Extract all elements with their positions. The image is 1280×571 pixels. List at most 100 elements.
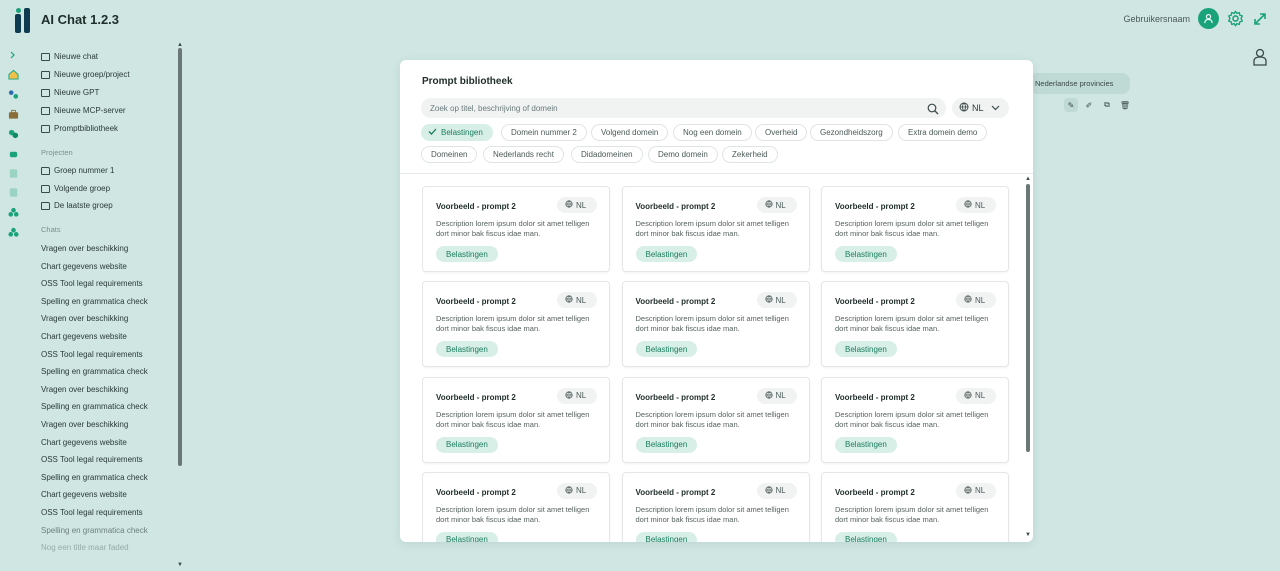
prompt-card[interactable]: Voorbeeld - prompt 2 NL Description lorem … — [821, 186, 1009, 272]
domain-chip[interactable]: Domeinen — [421, 146, 478, 163]
chat-item[interactable]: Vragen over beschikking — [41, 314, 128, 323]
expand-icon[interactable] — [1249, 8, 1270, 29]
scroll-down-icon[interactable]: ▼ — [1025, 532, 1031, 538]
prompt-card[interactable]: Voorbeeld - prompt 2 NL Description lorem … — [422, 471, 610, 542]
globe-icon — [764, 486, 773, 496]
project-item[interactable]: De laatste groep — [41, 201, 113, 210]
edit-icon[interactable]: ✐ — [1082, 98, 1096, 112]
prompt-card[interactable]: Voorbeeld - prompt 2 NL Description lorem … — [821, 471, 1009, 542]
chat-item[interactable]: OSS Tool legal requirements — [41, 350, 143, 359]
domain-chip[interactable]: Belastingen — [421, 124, 493, 141]
prompt-card-tag[interactable]: Belastingen — [635, 531, 698, 542]
project-item[interactable]: Volgende groep — [41, 184, 110, 193]
domain-chip[interactable]: Gezondheidszorg — [810, 124, 893, 141]
prompt-card[interactable]: Voorbeeld - prompt 2 NL Description lorem … — [422, 186, 610, 272]
new-group-button[interactable]: Nieuwe groep/project — [41, 70, 130, 79]
domain-chip[interactable]: Zekerheid — [722, 146, 778, 163]
prompt-card[interactable]: Voorbeeld - prompt 2 NL Description lorem … — [621, 376, 810, 463]
magic-wand-icon[interactable]: ✎ — [1064, 98, 1078, 112]
agent-icon[interactable] — [1252, 48, 1268, 71]
prompt-card-tag[interactable]: Belastingen — [436, 246, 498, 262]
chat-bubbles-icon[interactable] — [8, 126, 19, 139]
doc-icon[interactable] — [8, 185, 19, 197]
briefcase-icon[interactable] — [8, 107, 19, 119]
domain-chip-label: Overheid — [765, 128, 798, 137]
sidebar-scrollbar[interactable] — [178, 48, 182, 466]
chat-item[interactable]: OSS Tool legal requirements — [41, 455, 143, 464]
chat-item[interactable]: OSS Tool legal requirements — [41, 279, 143, 288]
new-chat-button[interactable]: Nieuwe chat — [41, 52, 98, 61]
bot-icon[interactable] — [8, 147, 19, 158]
prompt-card-language-value: NL — [576, 295, 587, 305]
cluster-icon[interactable] — [8, 225, 19, 237]
chat-item[interactable]: Chart gegevens website — [41, 262, 127, 271]
prompt-card-tag[interactable]: Belastingen — [436, 436, 498, 453]
chat-item[interactable]: Vragen over beschikking — [41, 385, 128, 394]
prompt-card[interactable]: Voorbeeld - prompt 2 NL Description lorem … — [422, 281, 610, 368]
prompt-card-language: NL — [756, 197, 797, 213]
prompt-card[interactable]: Voorbeeld - prompt 2 NL Description lorem … — [821, 281, 1009, 368]
new-mcp-server-label: Nieuwe MCP-server — [54, 106, 126, 115]
prompt-card-title: Voorbeeld - prompt 2 — [635, 202, 716, 211]
prompt-card[interactable]: Voorbeeld - prompt 2 NL Description lorem … — [621, 471, 810, 542]
prompt-card-tag[interactable]: Belastingen — [835, 246, 897, 262]
user-avatar-icon[interactable] — [1198, 8, 1219, 29]
modal-scrollbar[interactable] — [1026, 184, 1030, 452]
prompt-card-tag[interactable]: Belastingen — [436, 341, 498, 358]
prompt-card-tag[interactable]: Belastingen — [835, 341, 897, 358]
project-item[interactable]: Groep nummer 1 — [41, 166, 114, 175]
workspace-tag[interactable]: Nederlandse provincies — [1029, 73, 1130, 94]
globe-icon — [964, 295, 972, 305]
chat-item[interactable]: Spelling en grammatica check — [41, 402, 148, 411]
doc-icon[interactable] — [8, 166, 19, 178]
domain-chip[interactable]: Domein nummer 2 — [501, 124, 587, 141]
chat-item[interactable]: Chart gegevens website — [41, 490, 127, 499]
prompt-card-tag[interactable]: Belastingen — [436, 531, 498, 542]
language-select[interactable]: NL — [952, 98, 1009, 118]
scroll-up-icon[interactable]: ▲ — [1025, 176, 1031, 182]
domain-chip[interactable]: Demo domein — [648, 146, 718, 163]
prompt-card-tag[interactable]: Belastingen — [635, 341, 698, 358]
chat-item[interactable]: Spelling en grammatica check — [41, 297, 148, 306]
trash-icon[interactable]: 🗑 — [1118, 98, 1132, 112]
chat-item[interactable]: Nog een title maar faded — [41, 543, 129, 552]
chat-item[interactable]: Chart gegevens website — [41, 332, 127, 341]
gear-icon[interactable] — [1225, 8, 1246, 29]
chat-item[interactable]: Spelling en grammatica check — [41, 367, 148, 376]
search-input[interactable] — [430, 98, 920, 118]
search-icon[interactable] — [927, 102, 939, 120]
domain-chip[interactable]: Overheid — [755, 124, 808, 141]
chat-item[interactable]: Spelling en grammatica check — [41, 473, 148, 482]
chat-item[interactable]: Vragen over beschikking — [41, 420, 128, 429]
globe-icon — [565, 390, 573, 401]
groups-icon[interactable] — [8, 87, 19, 99]
chat-item[interactable]: OSS Tool legal requirements — [41, 508, 143, 517]
prompt-card-language-value: NL — [775, 295, 786, 305]
prompt-card[interactable]: Voorbeeld - prompt 2 NL Description lorem … — [621, 186, 810, 272]
prompt-library-button[interactable]: Promptbibliotheek — [41, 124, 118, 133]
domain-chip[interactable]: Nederlands recht — [483, 146, 564, 163]
prompt-card[interactable]: Voorbeeld - prompt 2 NL Description lorem … — [422, 376, 610, 463]
copy-icon[interactable]: ⧉ — [1100, 98, 1114, 112]
domain-chip[interactable]: Volgend domein — [591, 124, 669, 141]
new-mcp-server-button[interactable]: Nieuwe MCP-server — [41, 106, 126, 115]
prompt-card-tag[interactable]: Belastingen — [635, 436, 698, 453]
prompt-card[interactable]: Voorbeeld - prompt 2 NL Description lorem … — [621, 281, 810, 368]
domain-chip[interactable]: Nog een domein — [673, 124, 752, 141]
prompt-card-tag[interactable]: Belastingen — [835, 436, 897, 453]
prompt-card-tag[interactable]: Belastingen — [835, 531, 897, 542]
chat-item[interactable]: Spelling en grammatica check — [41, 526, 148, 535]
home-icon[interactable] — [8, 67, 19, 80]
domain-chip[interactable]: Didadomeinen — [571, 146, 643, 163]
scroll-down-icon[interactable]: ▼ — [177, 562, 183, 568]
chat-item[interactable]: Chart gegevens website — [41, 438, 127, 447]
prompt-card-tag[interactable]: Belastingen — [635, 246, 698, 262]
domain-chip[interactable]: Extra domein demo — [898, 124, 988, 141]
top-bar: AI Chat 1.2.3 Gebruikersnaam — [0, 0, 1280, 38]
chat-item[interactable]: Vragen over beschikking — [41, 244, 128, 253]
prompt-card-description: Description lorem ipsum dolor sit amet t… — [635, 504, 789, 524]
prompt-card[interactable]: Voorbeeld - prompt 2 NL Description lorem … — [821, 376, 1009, 463]
cluster-icon[interactable] — [8, 205, 19, 217]
new-gpt-button[interactable]: Nieuwe GPT — [41, 88, 99, 97]
chevron-right-icon[interactable] — [8, 46, 19, 59]
